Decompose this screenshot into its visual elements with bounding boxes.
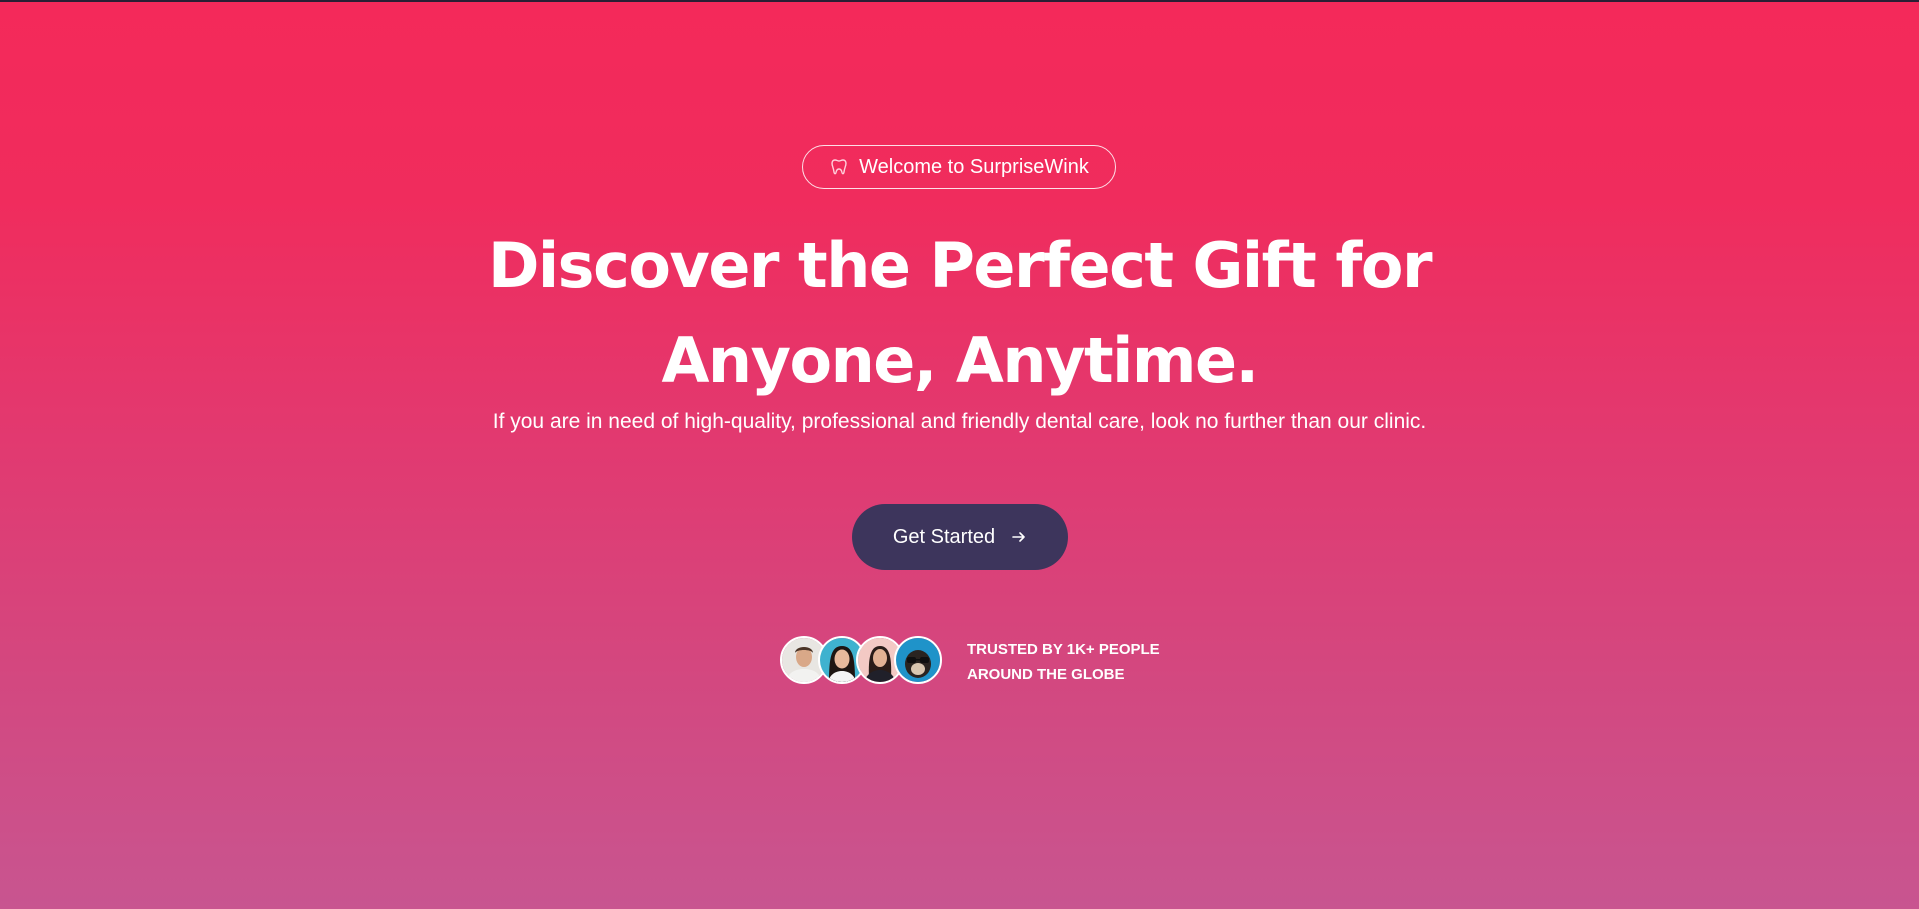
arrow-right-icon [1011, 529, 1027, 545]
hero-subtext: If you are in need of high-quality, prof… [492, 410, 1427, 433]
welcome-badge: Welcome to SurpriseWink [802, 145, 1116, 189]
trust-text: TRUSTED BY 1K+ PEOPLE AROUND THE GLOBE [967, 637, 1160, 687]
avatar-dog-sunglasses [894, 636, 942, 684]
headline-line-2: Anyone, Anytime. [661, 324, 1259, 397]
hero-section: Welcome to SurpriseWink Discover the Per… [0, 0, 1919, 909]
trust-line-1: TRUSTED BY 1K+ PEOPLE [967, 641, 1160, 658]
hero-headline: Discover the Perfect Gift for Anyone, An… [360, 218, 1559, 408]
get-started-button[interactable]: Get Started [852, 504, 1068, 570]
tooth-icon [829, 157, 849, 177]
trust-line-2: AROUND THE GLOBE [967, 666, 1125, 683]
welcome-badge-text: Welcome to SurpriseWink [859, 155, 1089, 178]
avatar-group [780, 636, 944, 684]
get-started-label: Get Started [892, 525, 996, 548]
headline-line-1: Discover the Perfect Gift for [487, 229, 1433, 302]
